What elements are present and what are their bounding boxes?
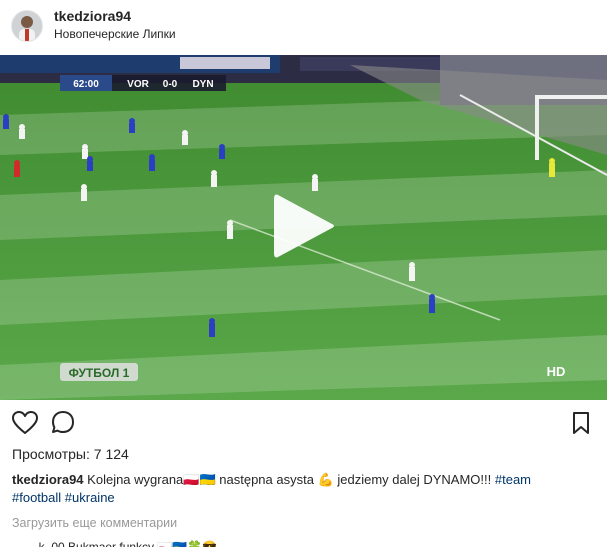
home-team: VOR bbox=[127, 79, 149, 90]
hashtag-link[interactable]: #ukraine bbox=[65, 490, 115, 505]
hashtag-link[interactable]: #football bbox=[12, 490, 61, 505]
caption-text: Kolejna wygrana🇵🇱🇺🇦 następna asysta 💪 je… bbox=[87, 472, 492, 487]
post-caption: tkedziora94 Kolejna wygrana🇵🇱🇺🇦 następna… bbox=[12, 471, 597, 507]
score: 0-0 bbox=[163, 79, 178, 90]
views-count: Просмотры: 7 124 bbox=[12, 446, 129, 462]
channel-logo: ФУТБОЛ 1 bbox=[60, 363, 138, 381]
hd-badge: HD bbox=[547, 364, 566, 379]
load-more-comments[interactable]: Загрузить еще комментарии bbox=[12, 516, 177, 530]
comment-icon[interactable] bbox=[48, 408, 78, 438]
hashtag-link[interactable]: #team bbox=[495, 472, 531, 487]
avatar-image bbox=[12, 11, 42, 41]
location-link[interactable]: Новопечерские Липки bbox=[54, 27, 176, 41]
match-time: 62:00 bbox=[73, 79, 99, 90]
scoreboard: 62:00 VOR 0-0 DYN bbox=[60, 75, 226, 91]
caption-username[interactable]: tkedziora94 bbox=[12, 472, 84, 487]
heart-icon[interactable] bbox=[10, 408, 40, 438]
svg-text:ФУТБОЛ 1: ФУТБОЛ 1 bbox=[69, 366, 130, 380]
post-header: tkedziora94 Новопечерские Липки bbox=[0, 0, 607, 54]
post-actions bbox=[0, 408, 607, 440]
play-icon[interactable] bbox=[270, 191, 340, 261]
comment-preview: ........k_00 Bukmaer funkcy 🇵🇱🇺🇦🍀😎 bbox=[12, 540, 218, 547]
username-link[interactable]: tkedziora94 bbox=[54, 8, 131, 24]
video-player[interactable]: 62:00 VOR 0-0 DYN ФУТБОЛ 1 HD bbox=[0, 55, 607, 400]
bookmark-icon[interactable] bbox=[566, 408, 596, 438]
views-number: 7 124 bbox=[93, 446, 129, 462]
instagram-post: tkedziora94 Новопечерские Липки 62:00 VO… bbox=[0, 0, 607, 547]
svg-text:HD: HD bbox=[547, 364, 566, 379]
views-label: Просмотры: bbox=[12, 446, 90, 462]
avatar[interactable] bbox=[11, 10, 43, 42]
away-team: DYN bbox=[192, 79, 213, 90]
